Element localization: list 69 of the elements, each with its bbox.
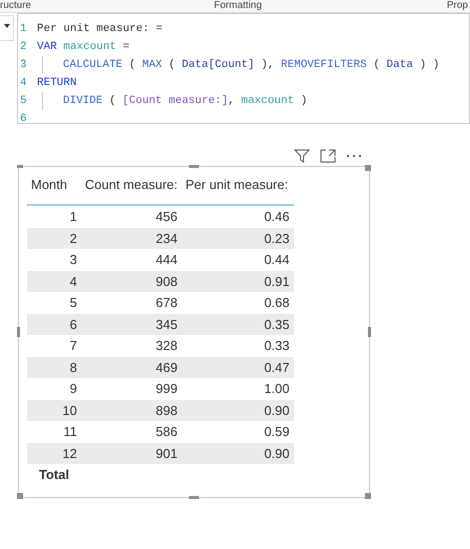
table-cell: 0.59 bbox=[182, 421, 294, 442]
table-cell: 898 bbox=[81, 400, 182, 421]
table-cell: 11 bbox=[27, 421, 81, 442]
table-cell: 444 bbox=[81, 249, 182, 270]
table-cell: 4 bbox=[27, 270, 81, 292]
table-cell: 469 bbox=[81, 356, 182, 378]
code-line: RETURN bbox=[37, 77, 77, 89]
table-cell: 0.33 bbox=[182, 335, 294, 356]
table-cell: 6 bbox=[27, 314, 81, 335]
caret-icon bbox=[4, 24, 10, 28]
line-number: 6 bbox=[19, 113, 28, 125]
resize-handle[interactable] bbox=[17, 493, 23, 499]
resize-handle[interactable] bbox=[365, 165, 371, 171]
table-cell: 586 bbox=[81, 421, 182, 442]
line-number: 4 bbox=[19, 77, 28, 89]
column-header[interactable]: Month bbox=[27, 171, 81, 205]
table-cell: 0.35 bbox=[182, 314, 294, 335]
table-cell: 678 bbox=[81, 292, 182, 314]
line-number: 2 bbox=[19, 41, 28, 53]
pane-tab[interactable]: Formatting bbox=[214, 0, 262, 12]
resize-handle[interactable] bbox=[365, 493, 371, 499]
table-cell: 345 bbox=[81, 314, 182, 335]
resize-handle[interactable] bbox=[368, 327, 371, 337]
table-cell: 999 bbox=[81, 378, 182, 400]
line-number: 3 bbox=[19, 59, 28, 71]
table-cell: 0.91 bbox=[182, 270, 294, 292]
table-cell: 5 bbox=[27, 292, 81, 314]
table-cell: 7 bbox=[27, 335, 81, 356]
table-cell: 328 bbox=[81, 335, 182, 356]
table-cell: 2 bbox=[27, 228, 81, 249]
table-cell: 456 bbox=[81, 205, 182, 228]
table-visual[interactable]: Month Count measure: Per unit measure: 1 456 0.46 2 234 0.23 3 444 0.44 4 908 0.91 5 678 0.68 6 345 0.35 7 328 0.33 8 469 0.47 9 999 1.00 10 898 0.90 11 586 0.59 12 901 0.90 Total bbox=[18, 166, 370, 498]
table-cell: 0.44 bbox=[182, 249, 294, 270]
resize-handle[interactable] bbox=[189, 165, 199, 168]
code-line: DIVIDE ( [Count measure:], maxcount ) bbox=[63, 95, 308, 107]
filter-icon[interactable] bbox=[294, 149, 310, 163]
table-cell: 3 bbox=[27, 249, 81, 270]
pane-tab[interactable]: ructure bbox=[0, 0, 32, 12]
table-cell: 12 bbox=[27, 442, 81, 464]
line-number: 5 bbox=[19, 95, 28, 107]
formula-editor[interactable]: 1 Per unit measure: = 2 VAR maxcount = 3 CALCULATE ( MAX ( Data[Count] ), REMOVEFILTERS ( Data ) ) 4 RETURN 5 DIVIDE ( [Count measure:], maxcount ) 6 bbox=[17, 13, 470, 124]
resize-handle[interactable] bbox=[17, 327, 20, 337]
table-cell: 1.00 bbox=[182, 378, 294, 400]
resize-handle[interactable] bbox=[17, 165, 23, 168]
table-cell: 234 bbox=[81, 228, 182, 249]
table-cell: 8 bbox=[27, 356, 81, 378]
code-line: Per unit measure: = bbox=[37, 23, 162, 35]
column-header[interactable]: Count measure: bbox=[81, 171, 182, 205]
table-cell: 0.90 bbox=[182, 442, 294, 464]
line-number: 1 bbox=[19, 23, 28, 35]
column-header[interactable]: Per unit measure: bbox=[182, 171, 294, 205]
table-cell: 1 bbox=[27, 205, 81, 228]
resize-handle[interactable] bbox=[189, 496, 199, 499]
table-cell: 10 bbox=[27, 400, 81, 421]
total-label: Total bbox=[27, 464, 81, 486]
dropdown-button[interactable] bbox=[0, 15, 14, 41]
code-line: CALCULATE ( MAX ( Data[Count] ), REMOVEFILTERS ( Data ) ) bbox=[63, 59, 440, 71]
more-options-icon[interactable] bbox=[346, 154, 362, 158]
focus-mode-icon[interactable] bbox=[320, 149, 336, 163]
table-cell: 0.47 bbox=[182, 356, 294, 378]
table-cell: 0.90 bbox=[182, 400, 294, 421]
table-cell: 908 bbox=[81, 270, 182, 292]
table-cell: 0.68 bbox=[182, 292, 294, 314]
table-cell: 0.46 bbox=[182, 205, 294, 228]
table-cell: 9 bbox=[27, 378, 81, 400]
code-line: VAR maxcount = bbox=[37, 41, 130, 53]
pane-tab[interactable]: Prop bbox=[446, 0, 468, 12]
table-cell: 901 bbox=[81, 442, 182, 464]
table-cell: 0.23 bbox=[182, 228, 294, 249]
